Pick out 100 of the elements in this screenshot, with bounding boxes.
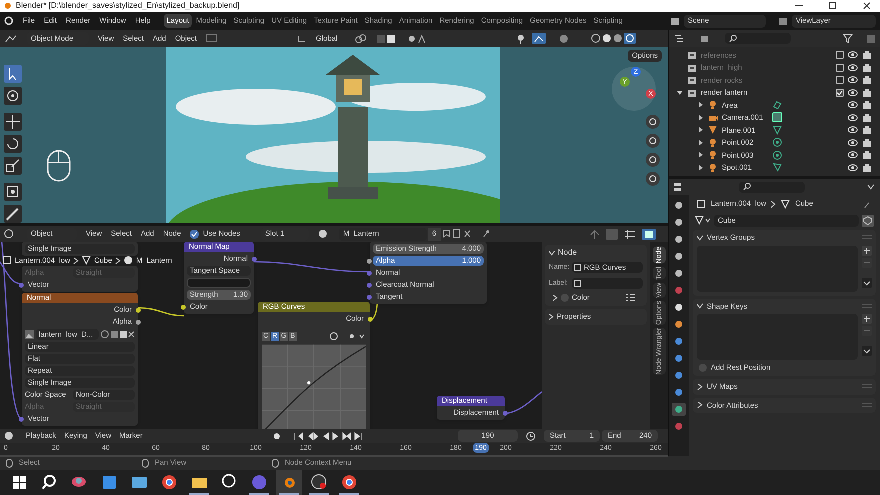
chevron-icon[interactable] <box>697 402 703 408</box>
scene-icon[interactable] <box>670 16 680 26</box>
socket-icon[interactable] <box>136 320 141 325</box>
point-data-icon[interactable] <box>772 137 783 148</box>
menu-icon[interactable] <box>862 278 872 288</box>
close-icon[interactable] <box>862 2 872 10</box>
disclosure-triangle-icon[interactable] <box>677 90 683 96</box>
local-view-icon[interactable] <box>206 34 218 43</box>
eye-icon[interactable] <box>848 114 858 122</box>
link-icon[interactable] <box>354 34 367 44</box>
exclude-checkbox[interactable] <box>836 76 844 84</box>
camera-data-icon[interactable] <box>772 112 783 124</box>
collection-icon <box>687 50 697 60</box>
eye-icon[interactable] <box>848 51 858 60</box>
add-icon[interactable] <box>862 246 872 256</box>
uv-map-field[interactable] <box>187 278 251 288</box>
mouse-icon <box>142 458 149 468</box>
scale-tool-icon[interactable] <box>4 157 22 175</box>
panel-title[interactable]: Node <box>558 249 578 257</box>
select-tool-icon[interactable] <box>4 65 22 83</box>
eye-icon[interactable] <box>848 126 858 134</box>
annotate-tool-icon[interactable] <box>4 205 22 223</box>
image-icon[interactable] <box>25 330 34 339</box>
chevron-icon[interactable] <box>697 303 703 310</box>
collection-icon <box>687 62 697 73</box>
socket-icon[interactable] <box>367 259 372 264</box>
fake-user-icon[interactable] <box>862 214 874 226</box>
chevron-icon <box>73 256 80 264</box>
chevron-icon <box>771 200 776 208</box>
chevron-icon[interactable] <box>549 314 554 320</box>
pin-icon[interactable] <box>480 229 491 239</box>
area-data-icon[interactable] <box>772 100 783 111</box>
eye-icon[interactable] <box>848 76 858 84</box>
move-tool-icon[interactable] <box>4 113 22 131</box>
drag-handle-icon[interactable] <box>862 235 872 240</box>
dropdown-icon[interactable] <box>866 183 876 191</box>
view-layer-icon[interactable] <box>778 16 788 26</box>
collection-icon <box>687 88 697 98</box>
eye-icon[interactable] <box>848 138 858 147</box>
use-nodes-checkbox[interactable] <box>190 230 200 238</box>
chevron-icon <box>115 256 122 264</box>
material-icon <box>124 256 134 265</box>
mouse-icon <box>46 149 72 183</box>
add-icon[interactable] <box>862 314 872 324</box>
exclude-checkbox[interactable] <box>836 64 844 72</box>
exclude-checkbox[interactable] <box>836 88 844 97</box>
cursor-tool-icon[interactable] <box>4 87 22 105</box>
eye-icon[interactable] <box>848 88 858 97</box>
mesh-icon <box>82 256 92 265</box>
mesh-object-icon <box>708 125 718 136</box>
search-field[interactable] <box>739 182 805 192</box>
socket-icon[interactable] <box>368 317 373 322</box>
node-icon <box>574 264 581 271</box>
image-actions-icon[interactable] <box>101 330 135 339</box>
drag-handle-icon[interactable] <box>862 402 872 408</box>
chevron-icon[interactable] <box>549 250 555 256</box>
mesh-browse-icon[interactable] <box>695 216 711 225</box>
point-data-icon[interactable] <box>772 150 783 161</box>
search-icon <box>729 34 737 42</box>
mouse-icon <box>6 458 13 468</box>
proportional-edit-icon[interactable] <box>406 34 427 44</box>
preset-list-icon[interactable] <box>626 294 635 302</box>
blender-taskbar-icon[interactable] <box>276 470 302 495</box>
transform-axes-icon[interactable] <box>297 34 308 44</box>
light-object-icon <box>708 150 718 160</box>
datablock-actions-icon[interactable] <box>442 229 472 239</box>
eye-icon[interactable] <box>848 64 858 72</box>
color-checkbox[interactable] <box>561 294 569 302</box>
chevron-icon[interactable] <box>697 234 703 241</box>
socket-icon[interactable] <box>181 305 186 310</box>
rotate-tool-icon[interactable] <box>4 135 22 153</box>
window-title: Blender* [D:\blender_saves\stylized_En\stylized_backup.blend] <box>16 2 241 10</box>
drag-handle-icon[interactable] <box>862 304 872 309</box>
spot-data-icon[interactable] <box>772 162 783 174</box>
search-field[interactable] <box>725 33 791 44</box>
stopwatch-icon[interactable] <box>526 431 536 441</box>
exclude-checkbox[interactable] <box>836 51 844 60</box>
transform-tool-icon[interactable] <box>4 183 22 201</box>
search-icon <box>743 183 751 191</box>
node-icon <box>574 280 581 287</box>
editor-type-icon[interactable] <box>4 34 18 44</box>
drag-handle-icon[interactable] <box>862 384 872 390</box>
curve-tools-icon[interactable] <box>330 332 366 341</box>
checkbox[interactable] <box>699 364 707 372</box>
gizmo-toggle-icon[interactable] <box>532 33 546 44</box>
overlay-icon[interactable] <box>642 228 656 240</box>
chevron-icon[interactable] <box>553 295 558 301</box>
menu-icon[interactable] <box>862 346 872 356</box>
chevron-icon[interactable] <box>697 384 703 390</box>
eye-icon[interactable] <box>848 101 858 110</box>
eye-icon[interactable] <box>848 164 858 172</box>
maximize-icon[interactable] <box>828 2 838 10</box>
parent-node-icon[interactable] <box>589 228 601 240</box>
label-field[interactable] <box>572 278 643 289</box>
eye-icon[interactable] <box>848 151 858 160</box>
mesh-data-icon[interactable] <box>772 124 783 136</box>
light-object-icon <box>708 100 718 110</box>
mouse-icon <box>272 458 279 468</box>
snap-element-icon[interactable] <box>623 228 637 240</box>
socket-icon[interactable] <box>136 308 141 313</box>
